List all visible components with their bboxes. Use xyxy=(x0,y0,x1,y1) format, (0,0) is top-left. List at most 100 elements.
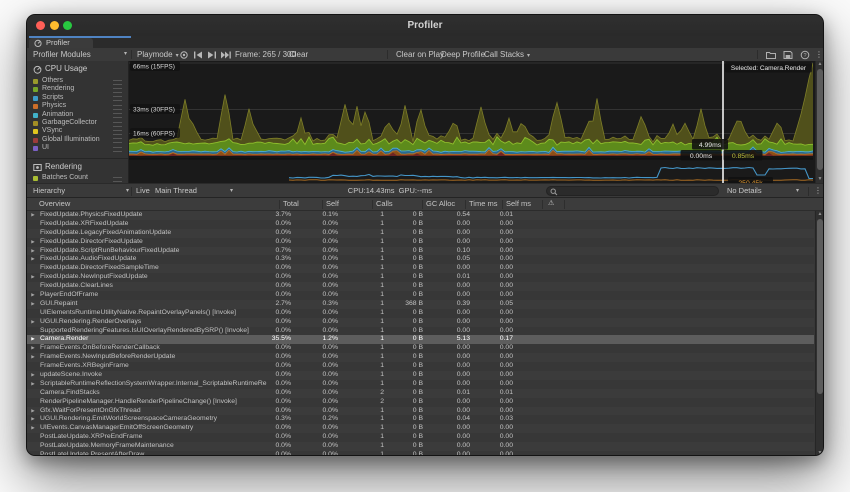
drag-handle-icon[interactable] xyxy=(113,122,122,127)
table-row[interactable]: FixedUpdate.XRFixedUpdate0.0%0.0%10 B0.0… xyxy=(27,220,814,229)
scrollbar-thumb[interactable] xyxy=(817,219,823,394)
table-row[interactable]: ▶UGUI.Rendering.RenderOverlays0.0%0.0%10… xyxy=(27,318,814,327)
rendering-module[interactable]: Rendering xyxy=(27,161,128,173)
expand-icon[interactable]: ▶ xyxy=(31,407,34,415)
table-row[interactable]: ▶updateScene.Invoke0.0%0.0%10 B0.000.00 xyxy=(27,371,814,380)
table-row[interactable]: PostLateUpdate.MemoryFrameMaintenance0.0… xyxy=(27,442,814,451)
expand-icon[interactable]: ▶ xyxy=(31,238,34,246)
expand-icon[interactable]: ▶ xyxy=(31,380,34,388)
prev-frame-button[interactable] xyxy=(191,50,205,60)
scroll-up-icon[interactable]: ▲ xyxy=(816,61,824,68)
table-row[interactable]: ▶FixedUpdate.DirectorFixedUpdate0.0%0.0%… xyxy=(27,238,814,247)
table-row[interactable]: ▶ScriptableRuntimeReflectionSystemWrappe… xyxy=(27,380,814,389)
legend-item-rendering[interactable]: Rendering xyxy=(27,85,128,93)
expand-icon[interactable]: ▶ xyxy=(31,256,34,264)
drag-handle-icon[interactable] xyxy=(113,80,122,85)
drag-handle-icon[interactable] xyxy=(113,113,122,118)
table-row[interactable]: ▶Gfx.WaitForPresentOnGfxThread0.0%0.0%10… xyxy=(27,407,814,416)
legend-item-scripts[interactable]: Scripts xyxy=(27,94,128,102)
table-row[interactable]: FixedUpdate.DirectorFixedSampleTime0.0%0… xyxy=(27,264,814,273)
context-menu-icon[interactable]: ⋮ xyxy=(815,48,823,61)
table-row[interactable]: ▶FixedUpdate.ScriptRunBehaviourFixedUpda… xyxy=(27,247,814,256)
column-self[interactable]: Self xyxy=(326,198,339,210)
drag-handle-icon[interactable] xyxy=(113,147,122,152)
legend-item-others[interactable]: Others xyxy=(27,77,128,85)
table-row[interactable]: SupportedRenderingFeatures.IsUIOverlayRe… xyxy=(27,327,814,336)
drag-handle-icon[interactable] xyxy=(113,138,122,143)
drag-handle-icon[interactable] xyxy=(113,130,122,135)
cpu-usage-module[interactable]: CPU Usage xyxy=(27,63,128,75)
table-row[interactable]: ▶FrameEvents.OnBeforeRenderCallback0.0%0… xyxy=(27,344,814,353)
save-profile-icon[interactable] xyxy=(781,50,795,60)
table-row[interactable]: PostLateUpdate.PresentAfterDraw0.0%0.0%1… xyxy=(27,451,814,456)
chart-scrollbar[interactable]: ▲ ▼ xyxy=(815,61,824,183)
view-mode-dropdown[interactable]: Hierarchy xyxy=(33,184,65,198)
clear-button[interactable]: Clear xyxy=(289,48,308,61)
table-row[interactable]: FrameEvents.XRBeginFrame0.0%0.0%10 B0.00… xyxy=(27,362,814,371)
table-row[interactable]: ▶FixedUpdate.NewInputFixedUpdate0.0%0.0%… xyxy=(27,273,814,282)
legend-item-global-illumination[interactable]: Global Illumination xyxy=(27,136,128,144)
expand-icon[interactable]: ▶ xyxy=(31,274,34,282)
table-row[interactable]: ▶UIEvents.CanvasManagerEmitOffScreenGeom… xyxy=(27,424,814,433)
drag-handle-icon[interactable] xyxy=(113,88,122,93)
column-self-ms[interactable]: Self ms xyxy=(506,198,531,210)
table-row[interactable]: RenderPipelineManager.HandleRenderPipeli… xyxy=(27,398,814,407)
table-row[interactable]: ▶FixedUpdate.AudioFixedUpdate0.3%0.0%10 … xyxy=(27,255,814,264)
expand-icon[interactable]: ▶ xyxy=(31,318,34,326)
table-row[interactable]: UIElementsRuntimeUtilityNative.RepaintOv… xyxy=(27,309,814,318)
table-row[interactable]: ▶FrameEvents.NewInputBeforeRenderUpdate0… xyxy=(27,353,814,362)
table-row[interactable]: ▶FixedUpdate.PhysicsFixedUpdate3.7%0.1%1… xyxy=(27,211,814,220)
next-frame-button[interactable] xyxy=(205,50,219,60)
playmode-dropdown[interactable]: Playmode▾ xyxy=(137,48,179,61)
deep-profile-button[interactable]: Deep Profile xyxy=(441,48,485,61)
current-frame-button[interactable] xyxy=(219,50,233,60)
drag-handle-icon[interactable] xyxy=(113,177,122,182)
expand-icon[interactable]: ▶ xyxy=(31,354,34,362)
legend-item-batches-count[interactable]: Batches Count xyxy=(27,174,128,182)
table-row[interactable]: Camera.FindStacks0.0%0.0%20 B0.010.01 xyxy=(27,389,814,398)
expand-icon[interactable]: ▶ xyxy=(31,371,34,379)
legend-item-animation[interactable]: Animation xyxy=(27,111,128,119)
expand-icon[interactable]: ▶ xyxy=(31,291,34,299)
column-total[interactable]: Total xyxy=(283,198,299,210)
column-overview[interactable]: Overview xyxy=(39,198,70,210)
drag-handle-icon[interactable] xyxy=(113,105,122,110)
table-row[interactable]: ▶Camera.Render35.5%1.2%10 B5.130.17 xyxy=(27,335,814,344)
column-gc-alloc[interactable]: GC Alloc xyxy=(426,198,455,210)
profiler-modules-dropdown[interactable]: Profiler Modules xyxy=(33,48,91,61)
expand-icon[interactable]: ▶ xyxy=(31,247,34,255)
expand-icon[interactable]: ▶ xyxy=(31,336,34,344)
warning-icon[interactable]: ⚠ xyxy=(548,198,554,210)
thread-dropdown[interactable]: Main Thread xyxy=(155,184,197,198)
record-button[interactable] xyxy=(177,50,191,60)
scroll-up-icon[interactable]: ▲ xyxy=(816,211,824,218)
expand-icon[interactable]: ▶ xyxy=(31,416,34,424)
search-input[interactable] xyxy=(546,186,719,196)
table-row[interactable]: PostLateUpdate.XRPreEndFrame0.0%0.0%10 B… xyxy=(27,433,814,442)
call-stacks-dropdown[interactable]: Call Stacks▾ xyxy=(484,48,530,61)
context-menu-icon[interactable]: ⋮ xyxy=(814,184,822,198)
table-row[interactable]: ▶GUI.Repaint2.7%0.3%1368 B0.390.05 xyxy=(27,300,814,309)
expand-icon[interactable]: ▶ xyxy=(31,300,34,308)
expand-icon[interactable]: ▶ xyxy=(31,345,34,353)
scroll-down-icon[interactable]: ▼ xyxy=(816,450,824,456)
legend-item-vsync[interactable]: VSync xyxy=(27,127,128,135)
table-scrollbar[interactable]: ▲ ▼ xyxy=(815,211,824,456)
table-row[interactable]: FixedUpdate.ClearLines0.0%0.0%10 B0.000.… xyxy=(27,282,814,291)
help-icon[interactable]: ? xyxy=(798,50,812,60)
cpu-usage-chart[interactable]: 66ms (15FPS)33ms (30FPS)16ms (60FPS)Sele… xyxy=(129,61,813,183)
expand-icon[interactable]: ▶ xyxy=(31,425,34,433)
scroll-down-icon[interactable]: ▼ xyxy=(816,176,824,183)
load-profile-icon[interactable] xyxy=(764,50,778,60)
table-row[interactable]: ▶UGUI.Rendering.EmitWorldScreenspaceCame… xyxy=(27,415,814,424)
legend-item-garbagecollector[interactable]: GarbageCollector xyxy=(27,119,128,127)
table-row[interactable]: FixedUpdate.LegacyFixedAnimationUpdate0.… xyxy=(27,229,814,238)
expand-icon[interactable]: ▶ xyxy=(31,211,34,219)
details-dropdown[interactable]: No Details xyxy=(727,184,762,198)
titlebar[interactable]: Profiler xyxy=(27,15,823,37)
clear-on-play-button[interactable]: Clear on Play xyxy=(396,48,444,61)
column-calls[interactable]: Calls xyxy=(376,198,393,210)
scrollbar-thumb[interactable] xyxy=(817,69,823,170)
table-row[interactable]: ▶PlayerEndOfFrame0.0%0.0%10 B0.000.00 xyxy=(27,291,814,300)
column-time-ms[interactable]: Time ms xyxy=(469,198,497,210)
